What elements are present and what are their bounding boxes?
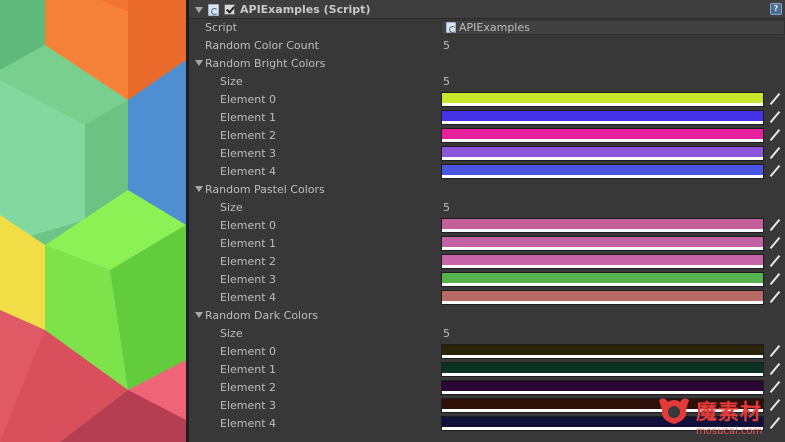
eyedropper-icon[interactable] — [767, 290, 781, 305]
dark-colors-label[interactable]: Random Dark Colors — [205, 309, 318, 322]
pastel-size-field[interactable]: 5 — [443, 201, 450, 214]
component-header[interactable]: APIExamples (Script) ? — [189, 0, 785, 19]
script-label: Script — [205, 21, 237, 34]
bright-element-label: Element 2 — [220, 129, 277, 142]
eyedropper-icon[interactable] — [767, 146, 781, 161]
bright-color-swatch[interactable] — [441, 110, 764, 125]
dark-size-label: Size — [220, 327, 243, 340]
eyedropper-icon[interactable] — [767, 218, 781, 233]
eyedropper-icon[interactable] — [767, 164, 781, 179]
bright-color-swatch[interactable] — [441, 146, 764, 161]
watermark: 魔素材 mosucai.com — [650, 396, 785, 442]
bright-size-label: Size — [220, 75, 243, 88]
pastel-color-swatch[interactable] — [441, 254, 764, 269]
eyedropper-icon[interactable] — [767, 110, 781, 125]
eyedropper-icon[interactable] — [767, 92, 781, 107]
pastel-color-swatch[interactable] — [441, 218, 764, 233]
cube-pattern-image — [0, 0, 186, 442]
bright-element-label: Element 4 — [220, 165, 277, 178]
eyedropper-icon[interactable] — [767, 272, 781, 287]
dark-element-label: Element 4 — [220, 417, 277, 430]
help-icon[interactable]: ? — [770, 3, 782, 15]
bright-size-field[interactable]: 5 — [443, 75, 450, 88]
watermark-text: 魔素材 — [696, 400, 762, 424]
pastel-color-swatch[interactable] — [441, 236, 764, 251]
dark-color-swatch[interactable] — [441, 362, 764, 377]
component-title: APIExamples (Script) — [240, 3, 371, 16]
watermark-logo-icon — [659, 398, 689, 424]
dark-color-swatch[interactable] — [441, 380, 764, 395]
foldout-arrow-icon[interactable] — [195, 7, 203, 13]
eyedropper-icon[interactable] — [767, 254, 781, 269]
pastel-color-swatch[interactable] — [441, 290, 764, 305]
script-object-field[interactable]: APIExamples — [441, 20, 785, 35]
pastel-colors-foldout-icon[interactable] — [195, 186, 203, 192]
pastel-element-label: Element 0 — [220, 219, 277, 232]
dark-element-label: Element 1 — [220, 363, 277, 376]
script-icon — [208, 4, 219, 16]
inspector-panel: APIExamples (Script) ? Script APIExample… — [189, 0, 785, 442]
bright-colors-foldout-icon[interactable] — [195, 60, 203, 66]
bright-colors-label[interactable]: Random Bright Colors — [205, 57, 325, 70]
pastel-color-swatch[interactable] — [441, 272, 764, 287]
eyedropper-icon[interactable] — [767, 380, 781, 395]
scene-preview-art — [0, 0, 186, 442]
bright-element-label: Element 3 — [220, 147, 277, 160]
bright-element-label: Element 1 — [220, 111, 277, 124]
dark-colors-foldout-icon[interactable] — [195, 312, 203, 318]
eyedropper-icon[interactable] — [767, 128, 781, 143]
bright-element-label: Element 0 — [220, 93, 277, 106]
script-object-value: APIExamples — [459, 21, 530, 34]
dark-element-label: Element 3 — [220, 399, 277, 412]
bright-color-swatch[interactable] — [441, 164, 764, 179]
eyedropper-icon[interactable] — [767, 236, 781, 251]
dark-color-swatch[interactable] — [441, 344, 764, 359]
pastel-element-label: Element 3 — [220, 273, 277, 286]
eyedropper-icon[interactable] — [767, 362, 781, 377]
dark-size-field[interactable]: 5 — [443, 327, 450, 340]
pastel-element-label: Element 1 — [220, 237, 277, 250]
pastel-element-label: Element 4 — [220, 291, 277, 304]
watermark-subtext: mosucai.com — [696, 426, 763, 437]
script-icon — [446, 22, 456, 33]
random-color-count-field[interactable]: 5 — [443, 39, 450, 52]
component-enabled-checkbox[interactable] — [224, 4, 235, 15]
eyedropper-icon[interactable] — [767, 344, 781, 359]
dark-element-label: Element 2 — [220, 381, 277, 394]
random-color-count-label: Random Color Count — [205, 39, 319, 52]
pastel-colors-label[interactable]: Random Pastel Colors — [205, 183, 325, 196]
pastel-size-label: Size — [220, 201, 243, 214]
bright-color-swatch[interactable] — [441, 128, 764, 143]
pastel-element-label: Element 2 — [220, 255, 277, 268]
dark-element-label: Element 0 — [220, 345, 277, 358]
bright-color-swatch[interactable] — [441, 92, 764, 107]
